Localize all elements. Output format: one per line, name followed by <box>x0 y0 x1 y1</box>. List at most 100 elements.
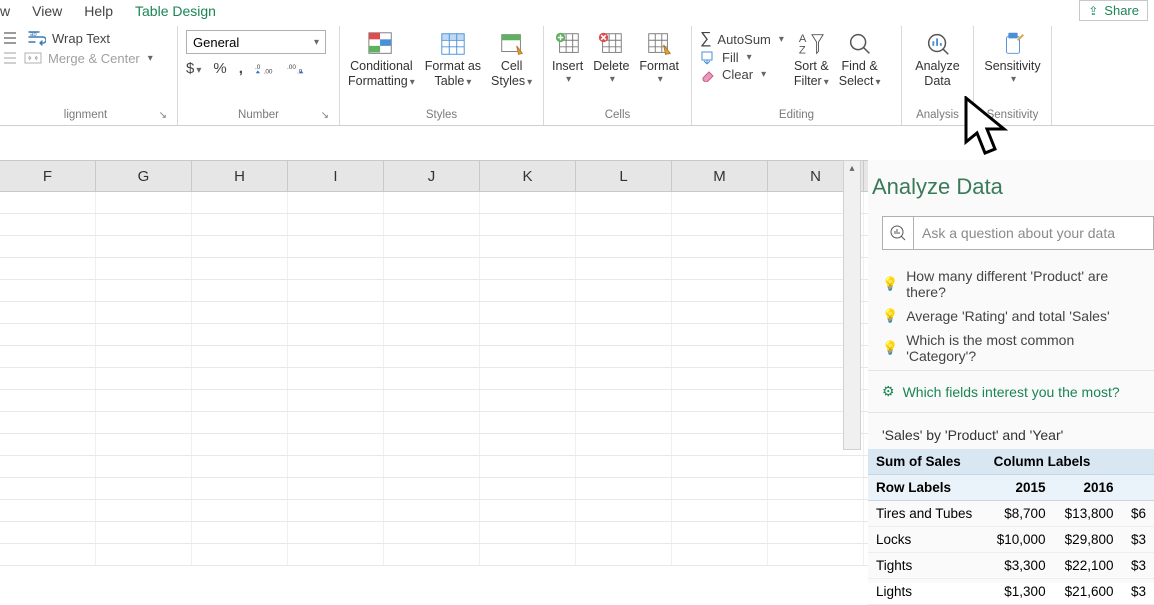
fill-button[interactable]: Fill ▾ <box>700 50 784 65</box>
pane-title: Analyze Data <box>868 174 1154 210</box>
group-number: General ▾ $▾ % , .0.00 .00.0 Number ↘ <box>178 26 340 125</box>
percent-format-button[interactable]: % <box>213 60 226 77</box>
column-header[interactable]: G <box>96 161 192 191</box>
merge-center-label: Merge & Center <box>48 51 140 66</box>
sort-label1: Sort & <box>794 59 829 73</box>
suggestion-item[interactable]: 💡How many different 'Product' are there? <box>882 264 1140 304</box>
bulb-icon: 💡 <box>882 340 898 356</box>
cf-label2: Formatting▾ <box>348 74 415 89</box>
sensitivity-button[interactable]: Sensitivity ▾ <box>982 30 1043 86</box>
fat-label2: Table▾ <box>434 74 471 89</box>
sensitivity-icon <box>999 30 1027 58</box>
delete-button[interactable]: Delete ▾ <box>593 30 629 86</box>
insert-label: Insert <box>552 59 583 73</box>
dialog-launcher-icon[interactable]: ↘ <box>159 110 167 121</box>
share-button[interactable]: ⇪ Share <box>1079 0 1148 21</box>
th-rowlabels: Row Labels <box>868 475 986 501</box>
suggestion-item[interactable]: 💡Which is the most common 'Category'? <box>882 328 1140 368</box>
column-header[interactable]: F <box>0 161 96 191</box>
cell-styles-button[interactable]: Cell Styles▾ <box>491 30 532 89</box>
format-label: Format <box>639 59 679 73</box>
analyze-data-button[interactable]: Analyze Data <box>910 30 965 89</box>
number-format-combo[interactable]: General ▾ <box>186 30 326 54</box>
comma-format-button[interactable]: , <box>239 60 243 77</box>
fields-interest-link[interactable]: ⚙ Which fields interest you the most? <box>868 370 1154 413</box>
svg-text:.00: .00 <box>287 64 296 71</box>
share-label: Share <box>1104 3 1139 18</box>
table-row: Locks$10,000$29,800$3 <box>868 527 1154 553</box>
analyze-label2: Data <box>924 74 950 88</box>
cell-val: $22,100 <box>1054 553 1122 579</box>
column-header[interactable]: K <box>480 161 576 191</box>
cell-val: $6 <box>1121 501 1154 527</box>
table-row: Tights$3,300$22,100$3 <box>868 553 1154 579</box>
suggestion-item[interactable]: 💡 Average 'Rating' and total 'Sales' <box>882 304 1140 328</box>
insight-table: Sum of SalesColumn Labels Row Labels2015… <box>868 449 1154 605</box>
group-label-number: Number ↘ <box>186 109 331 123</box>
sigma-icon: ∑ <box>700 30 711 48</box>
find-label1: Find & <box>842 59 878 73</box>
decrease-decimal-button[interactable]: .00.0 <box>287 61 307 77</box>
menu-item[interactable]: w <box>0 3 10 19</box>
accounting-format-button[interactable]: $▾ <box>186 60 201 77</box>
conditional-formatting-button[interactable]: Conditional Formatting▾ <box>348 30 415 89</box>
menu-item-help[interactable]: Help <box>84 3 113 19</box>
th-collabels: Column Labels <box>986 449 1154 475</box>
group-cells: Insert ▾ Delete ▾ Format ▾ Cells <box>544 26 692 125</box>
conditional-formatting-icon <box>367 30 395 58</box>
chevron-down-icon: ▾ <box>314 37 319 48</box>
scroll-up-icon[interactable]: ▴ <box>844 161 860 177</box>
autosum-button[interactable]: ∑ AutoSum ▾ <box>700 30 784 48</box>
format-button[interactable]: Format ▾ <box>639 30 679 86</box>
dialog-launcher-icon[interactable]: ↘ <box>321 110 329 121</box>
delete-label: Delete <box>593 59 629 73</box>
chevron-down-icon: ▾ <box>761 69 766 80</box>
wrap-text-label: Wrap Text <box>52 31 110 46</box>
cell-val: $10,000 <box>986 527 1054 553</box>
fat-label1: Format as <box>425 59 481 73</box>
analyze-label1: Analyze <box>915 59 959 73</box>
group-styles: Conditional Formatting▾ Format as Table▾… <box>340 26 544 125</box>
bulb-icon: 💡 <box>882 276 898 292</box>
share-icon: ⇪ <box>1088 4 1098 18</box>
column-header[interactable]: I <box>288 161 384 191</box>
search-chart-icon[interactable] <box>882 216 914 250</box>
chevron-down-icon: ▾ <box>610 74 615 86</box>
group-alignment: ab Wrap Text Merge & Center ▾ lignment ↘ <box>0 26 178 125</box>
column-header[interactable]: H <box>192 161 288 191</box>
column-header[interactable]: M <box>672 161 768 191</box>
group-label-alignment: lignment ↘ <box>2 109 169 123</box>
group-editing: ∑ AutoSum ▾ Fill ▾ Clear ▾ AZ <box>692 26 902 125</box>
merge-center-button[interactable]: Merge & Center ▾ <box>2 50 169 66</box>
clear-label: Clear <box>722 67 753 82</box>
sort-filter-button[interactable]: AZ Sort & Filter▾ <box>794 30 829 89</box>
cell-label: Lights <box>868 579 986 605</box>
cell-val: $3 <box>1121 553 1154 579</box>
suggestion-text: Average 'Rating' and total 'Sales' <box>906 308 1109 324</box>
table-row: Lights$1,300$21,600$3 <box>868 579 1154 605</box>
cell-val: $8,700 <box>986 501 1054 527</box>
menu-item-view[interactable]: View <box>32 3 62 19</box>
wrap-text-button[interactable]: ab Wrap Text <box>2 30 169 46</box>
sort-filter-icon: AZ <box>797 30 825 58</box>
increase-decimal-button[interactable]: .0.00 <box>255 61 275 77</box>
format-as-table-icon <box>439 30 467 58</box>
format-as-table-button[interactable]: Format as Table▾ <box>425 30 481 89</box>
gear-icon: ⚙ <box>882 383 895 400</box>
clear-button[interactable]: Clear ▾ <box>700 67 784 82</box>
cs-label1: Cell <box>501 59 523 73</box>
menu-item-table-design[interactable]: Table Design <box>135 3 216 19</box>
column-header[interactable]: L <box>576 161 672 191</box>
search-input[interactable] <box>914 216 1154 250</box>
insert-button[interactable]: Insert ▾ <box>552 30 583 86</box>
cell-label: Tires and Tubes <box>868 501 986 527</box>
cell-val: $3 <box>1121 527 1154 553</box>
autosum-label: AutoSum <box>717 32 770 47</box>
find-select-button[interactable]: Find & Select▾ <box>839 30 881 89</box>
align-bottom-icon <box>2 50 18 66</box>
group-label-analysis: Analysis <box>910 109 965 123</box>
vertical-scrollbar[interactable]: ▴ <box>843 160 861 450</box>
format-cells-icon <box>645 30 673 58</box>
column-header[interactable]: J <box>384 161 480 191</box>
bulb-icon: 💡 <box>882 308 898 324</box>
